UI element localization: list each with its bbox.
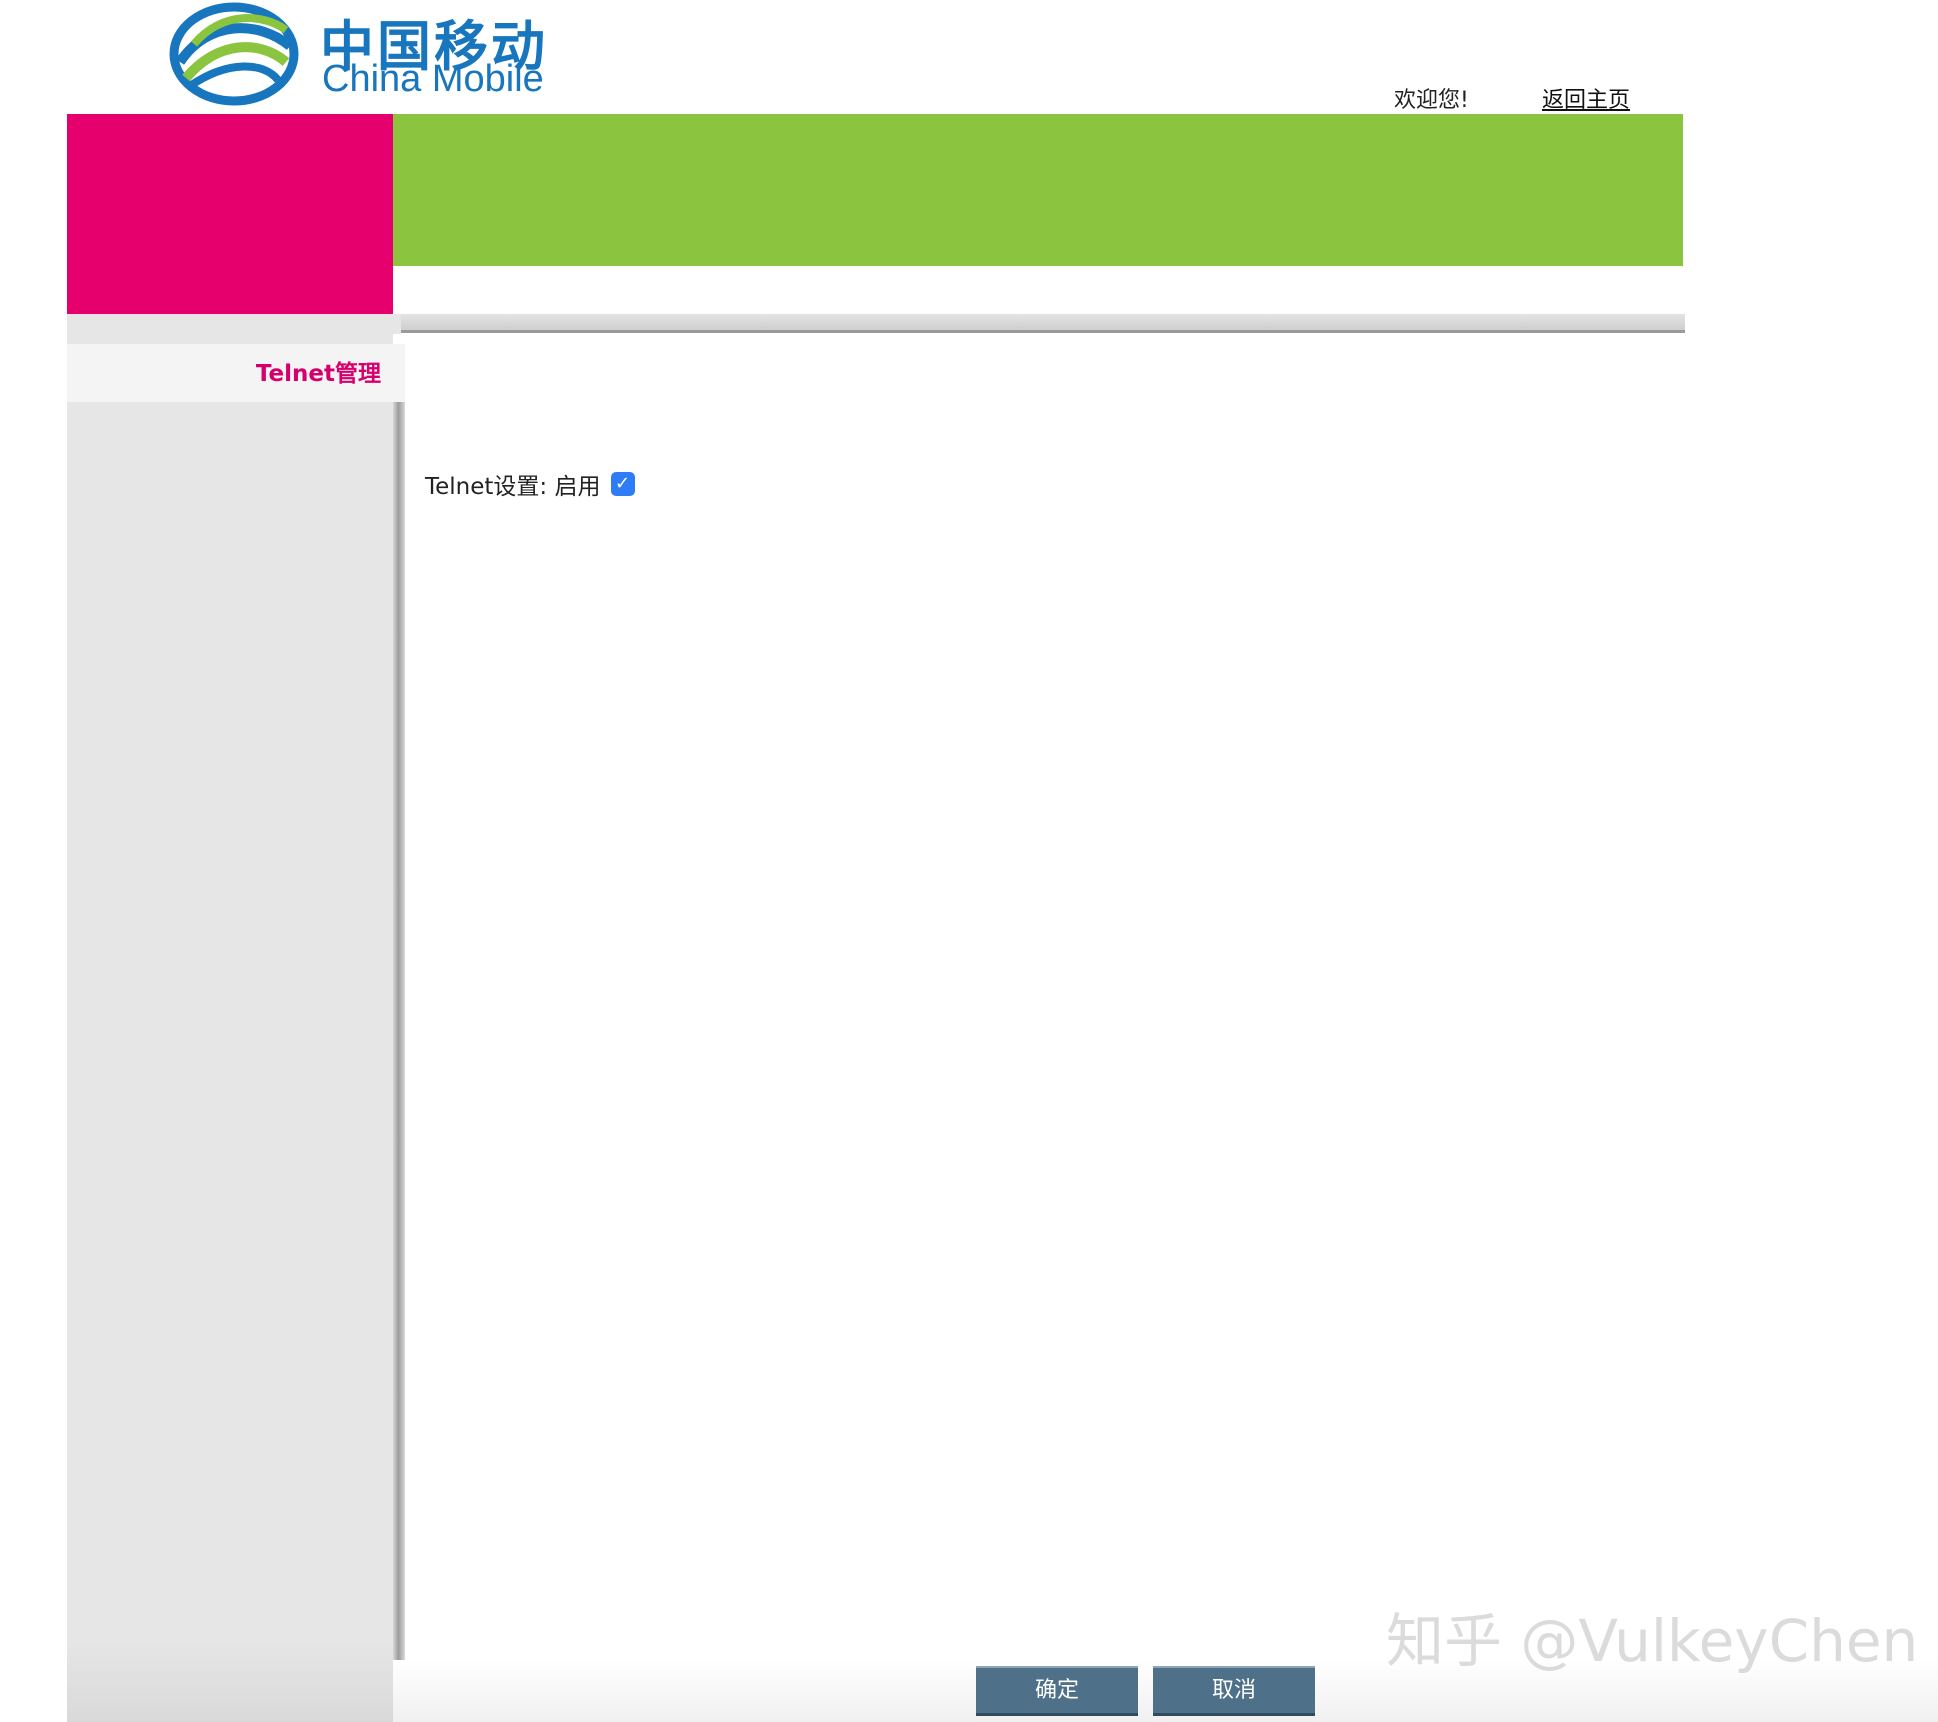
sidebar-item-telnet-management[interactable]: Telnet管理 bbox=[67, 344, 405, 402]
banner-white-strip bbox=[393, 266, 1683, 314]
banner-magenta-block bbox=[67, 114, 393, 314]
china-mobile-swirl-icon bbox=[169, 2, 299, 106]
telnet-enable-checkbox[interactable]: ✓ bbox=[610, 472, 635, 496]
sidebar bbox=[67, 314, 393, 1722]
welcome-text: 欢迎您! bbox=[1394, 88, 1469, 113]
china-mobile-logo: 中国移动 China Mobile bbox=[168, 0, 588, 110]
watermark: 知乎 @VulkeyChen bbox=[1386, 1607, 1919, 1675]
logo-text-en: China Mobile bbox=[322, 58, 544, 100]
telnet-setting-label: Telnet设置: 启用 bbox=[425, 474, 601, 500]
sidebar-bottom-fade bbox=[67, 1640, 393, 1722]
page: 中国移动 China Mobile 欢迎您! 返回主页 Telnet管理 Tel… bbox=[0, 0, 1938, 1722]
confirm-button[interactable]: 确定 bbox=[976, 1666, 1138, 1716]
telnet-setting-row: Telnet设置: 启用 ✓ bbox=[425, 468, 635, 500]
return-home-link[interactable]: 返回主页 bbox=[1542, 82, 1630, 114]
banner-green-block bbox=[393, 114, 1683, 266]
main-content-panel bbox=[405, 333, 1685, 1660]
content-left-divider bbox=[393, 402, 405, 1660]
cancel-button[interactable]: 取消 bbox=[1153, 1666, 1315, 1716]
checkmark-icon: ✓ bbox=[614, 473, 631, 494]
content-top-divider bbox=[393, 314, 1685, 333]
content-top-divider-corner bbox=[393, 314, 401, 334]
